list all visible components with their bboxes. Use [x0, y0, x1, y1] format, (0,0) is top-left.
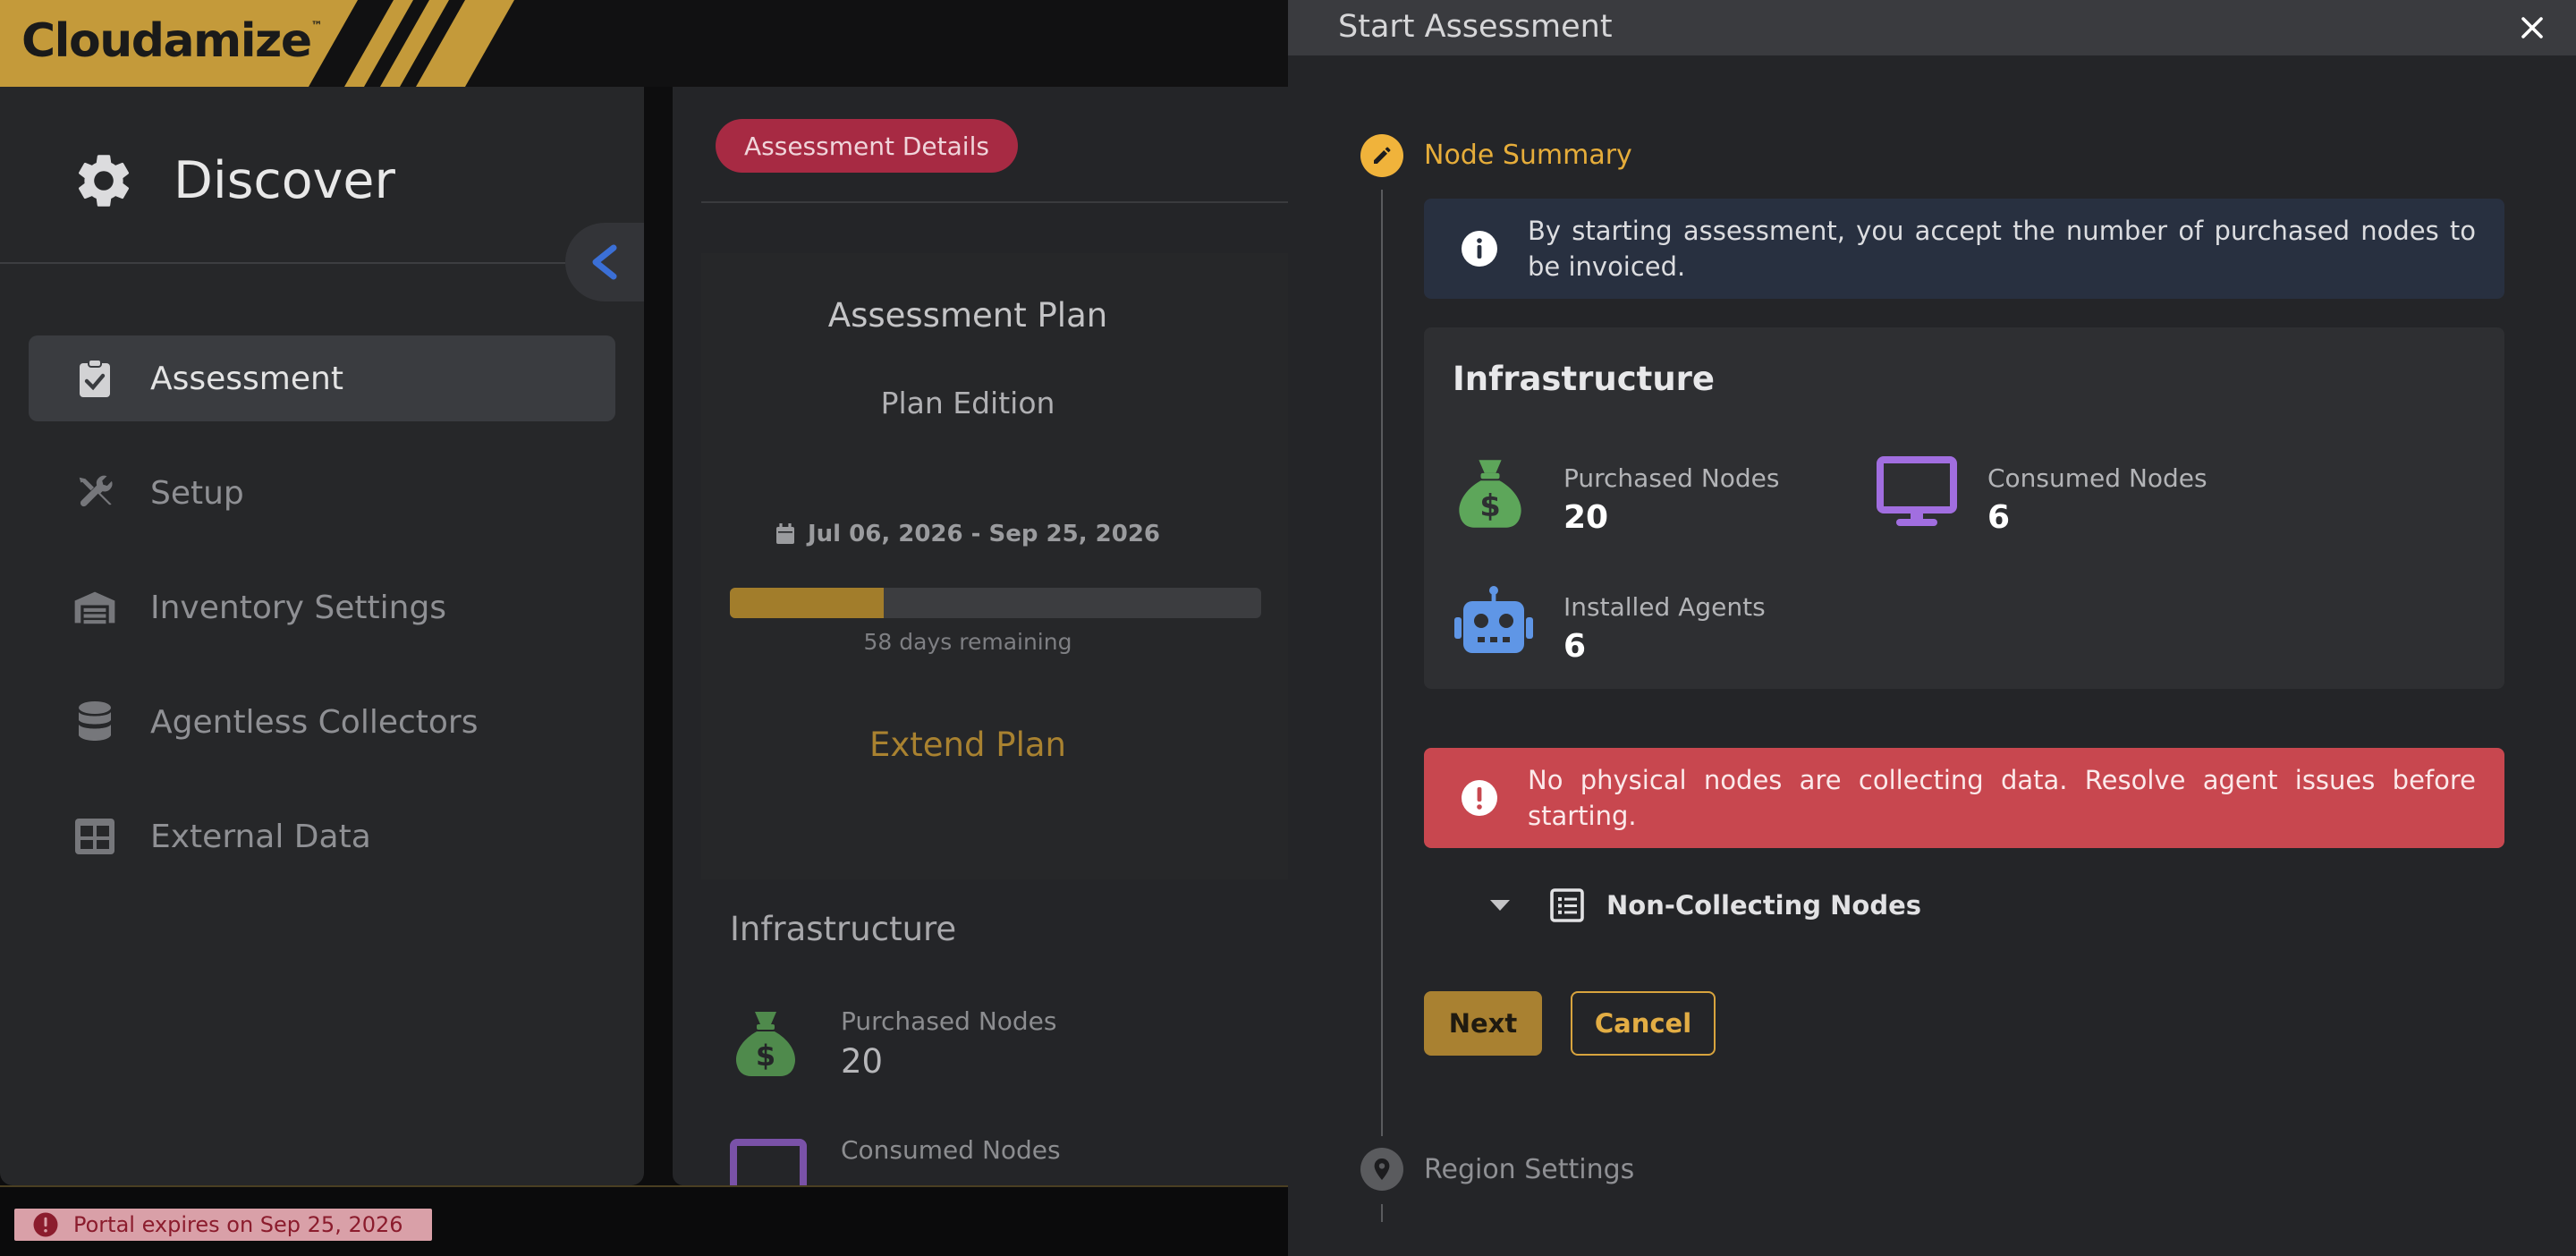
plan-dates: Jul 06, 2026 - Sep 25, 2026 — [673, 521, 1263, 547]
plan-date-range: Jul 06, 2026 - Sep 25, 2026 — [807, 521, 1160, 547]
infrastructure-card: Infrastructure $ Purchased Nodes 20 Cons… — [1424, 327, 2504, 689]
infrastructure-title: Infrastructure — [730, 910, 957, 948]
purchased-nodes-label: Purchased Nodes — [841, 1006, 1057, 1036]
sidebar-title: Discover — [174, 151, 395, 210]
step-node-summary-indicator — [1360, 134, 1403, 177]
money-bag-icon: $ — [1459, 460, 1521, 528]
step-node-summary-label[interactable]: Node Summary — [1424, 140, 1632, 171]
tools-icon — [73, 471, 116, 514]
stepper-connector — [1381, 190, 1383, 1136]
modal-header: Start Assessment — [1288, 0, 2576, 55]
sidebar-item-label: Inventory Settings — [150, 589, 447, 626]
stepper-connector — [1381, 1204, 1383, 1222]
days-remaining: 58 days remaining — [863, 629, 1072, 655]
non-collecting-nodes-toggle[interactable]: Non-Collecting Nodes — [1488, 882, 1921, 929]
next-button[interactable]: Next — [1424, 991, 1542, 1056]
plan-edition: Plan Edition — [880, 386, 1055, 420]
collapse-sidebar-button[interactable] — [565, 223, 644, 301]
sidebar-item-external-data[interactable]: External Data — [29, 793, 615, 879]
gear-icon — [78, 155, 130, 207]
sidebar-item-setup[interactable]: Setup — [29, 450, 615, 536]
status-bar: Portal expires on Sep 25, 2026 — [0, 1185, 1288, 1256]
exclamation-circle-icon — [1462, 780, 1497, 816]
logo[interactable]: Cloudamize™ — [0, 0, 514, 87]
modal-title: Start Assessment — [1338, 9, 1613, 45]
portal-expiry-text: Portal expires on Sep 25, 2026 — [73, 1212, 403, 1237]
sidebar-divider — [0, 262, 565, 264]
close-icon — [2521, 17, 2543, 38]
cancel-button[interactable]: Cancel — [1571, 991, 1716, 1056]
plan-progress-bar — [730, 588, 1261, 618]
alert-circle-icon — [33, 1212, 58, 1237]
consumed-nodes-label: Consumed Nodes — [1987, 463, 2207, 493]
infrastructure-title: Infrastructure — [1453, 360, 1716, 398]
portal-expiry-badge: Portal expires on Sep 25, 2026 — [14, 1209, 432, 1241]
assessment-plan-card — [701, 253, 1292, 879]
consumed-nodes-label: Consumed Nodes — [841, 1135, 1061, 1165]
logo-text: Cloudamize™ — [21, 14, 323, 68]
svg-text:$: $ — [756, 1039, 775, 1073]
info-icon — [1462, 231, 1497, 267]
sidebar-item-agentless-collectors[interactable]: Agentless Collectors — [29, 679, 615, 765]
sidebar-item-label: Assessment — [150, 360, 343, 397]
purchased-nodes-label: Purchased Nodes — [1563, 463, 1780, 493]
purchased-nodes-value: 20 — [1563, 499, 1609, 536]
sidebar-item-label: External Data — [150, 818, 371, 855]
divider — [701, 201, 1292, 203]
invoice-info-alert: By starting assessment, you accept the n… — [1424, 199, 2504, 299]
plan-progress-fill — [730, 588, 885, 618]
clipboard-check-icon — [73, 357, 116, 400]
no-collecting-nodes-alert: No physical nodes are collecting data. R… — [1424, 748, 2504, 848]
sidebar-item-label: Agentless Collectors — [150, 703, 479, 741]
chevron-left-icon — [592, 244, 617, 280]
sidebar-item-label: Setup — [150, 474, 244, 512]
location-pin-icon — [1374, 1158, 1390, 1180]
consumed-nodes-value: 6 — [1987, 499, 2011, 536]
installed-agents-value: 6 — [1563, 628, 1587, 665]
plan-title: Assessment Plan — [827, 296, 1108, 335]
monitor-icon — [730, 1139, 807, 1185]
assessment-details-panel: Assessment Details Assessment Plan Plan … — [673, 87, 1299, 1185]
consumed-nodes-stat: Consumed Nodes 6 — [1877, 456, 2207, 536]
installed-agents-stat: Installed Agents 6 — [1453, 585, 1766, 665]
assessment-details-tab[interactable]: Assessment Details — [716, 119, 1018, 173]
installed-agents-label: Installed Agents — [1563, 592, 1766, 622]
sidebar-header: Discover — [72, 149, 395, 212]
sidebar-item-inventory-settings[interactable]: Inventory Settings — [29, 564, 615, 650]
step-region-settings-indicator — [1360, 1148, 1403, 1191]
caret-down-icon — [1490, 900, 1510, 911]
close-button[interactable] — [2513, 9, 2551, 47]
money-bag-icon: $ — [730, 1008, 801, 1083]
purchased-nodes-value: 20 — [841, 1042, 884, 1081]
invoice-info-text: By starting assessment, you accept the n… — [1528, 216, 2476, 282]
pencil-icon — [1374, 147, 1391, 164]
database-icon — [73, 700, 116, 743]
list-icon — [1550, 888, 1584, 922]
purchased-nodes-stat: $ Purchased Nodes 20 — [1453, 456, 1780, 536]
step-region-settings-label[interactable]: Region Settings — [1424, 1154, 1634, 1185]
table-icon — [73, 815, 116, 858]
robot-icon — [1454, 586, 1533, 653]
monitor-icon — [1877, 456, 1957, 526]
non-collecting-nodes-label: Non-Collecting Nodes — [1606, 890, 1922, 921]
calendar-icon — [775, 523, 794, 544]
top-bar: Cloudamize™ — [0, 0, 1288, 87]
svg-text:$: $ — [1479, 488, 1500, 523]
no-collecting-nodes-text: No physical nodes are collecting data. R… — [1528, 765, 2476, 831]
sidebar: Discover Assessment Setup Inventory Sett… — [0, 87, 644, 1185]
warehouse-icon — [73, 586, 116, 629]
start-assessment-modal: Start Assessment Node Summary By startin… — [1288, 0, 2576, 1256]
extend-plan-link[interactable]: Extend Plan — [673, 726, 1263, 764]
sidebar-item-assessment[interactable]: Assessment — [29, 335, 615, 421]
